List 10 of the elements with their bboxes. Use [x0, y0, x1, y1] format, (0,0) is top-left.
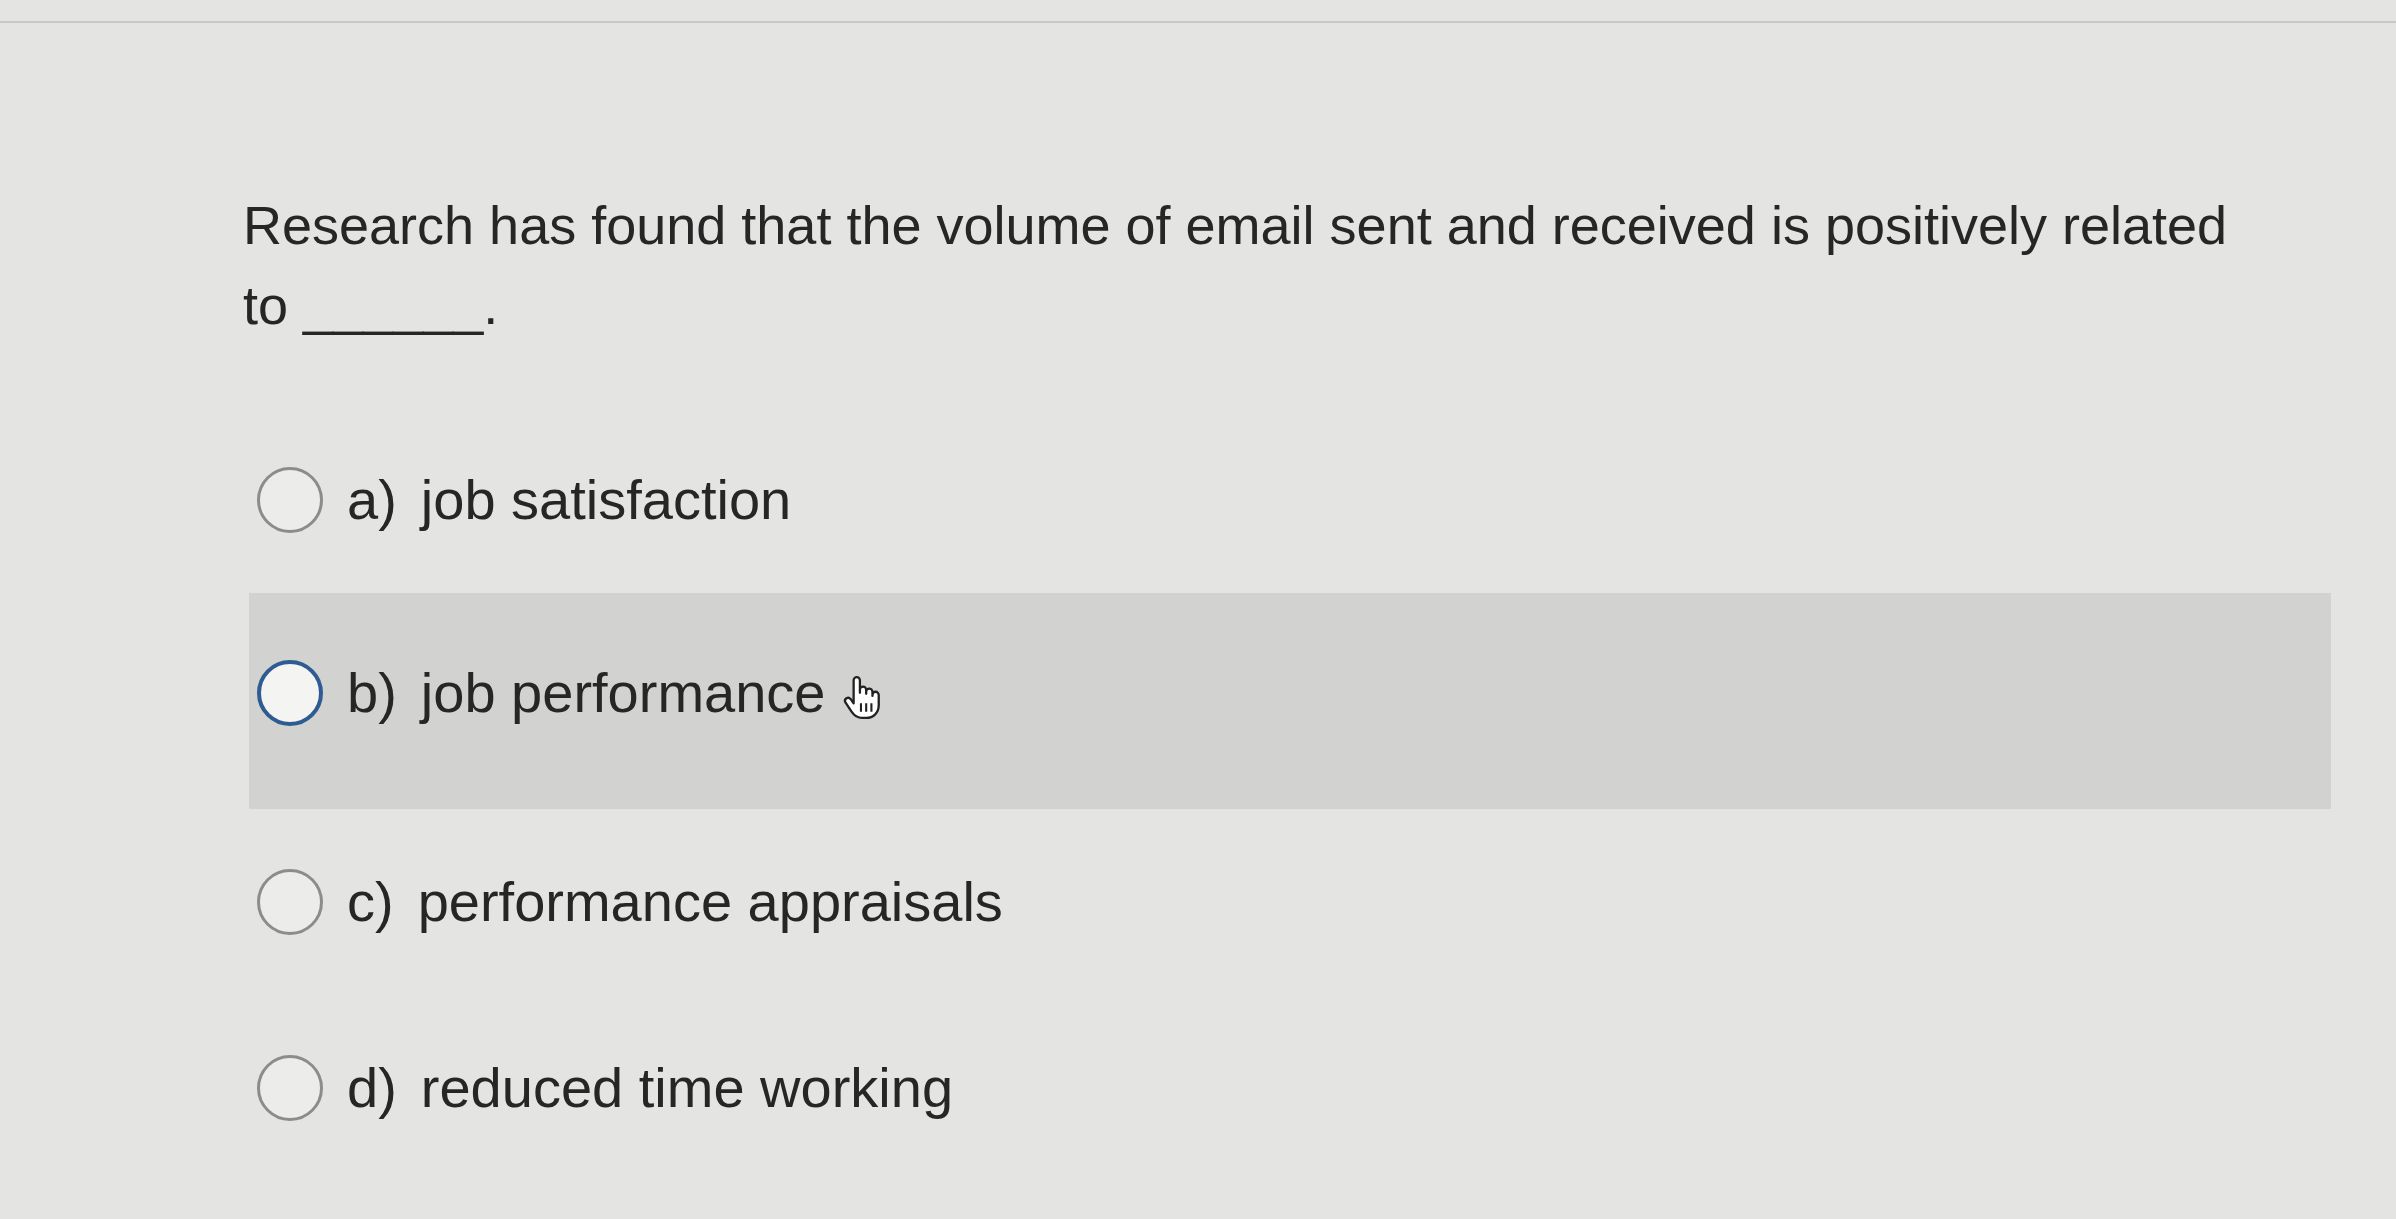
question-text: Research has found that the volume of email sent and received is positively related to ______.: [243, 194, 2229, 337]
option-label[interactable]: performance appraisals: [417, 869, 1003, 935]
option-label[interactable]: job performance: [420, 660, 826, 726]
option-label[interactable]: job satisfaction: [420, 467, 792, 533]
option-letter: b): [347, 660, 397, 726]
option-letter: d): [347, 1055, 397, 1121]
option-letter: a): [347, 467, 397, 533]
option-highlight[interactable]: b) job performance: [249, 593, 2331, 809]
option-letter: c): [347, 869, 394, 935]
option-label[interactable]: reduced time working: [420, 1055, 954, 1121]
